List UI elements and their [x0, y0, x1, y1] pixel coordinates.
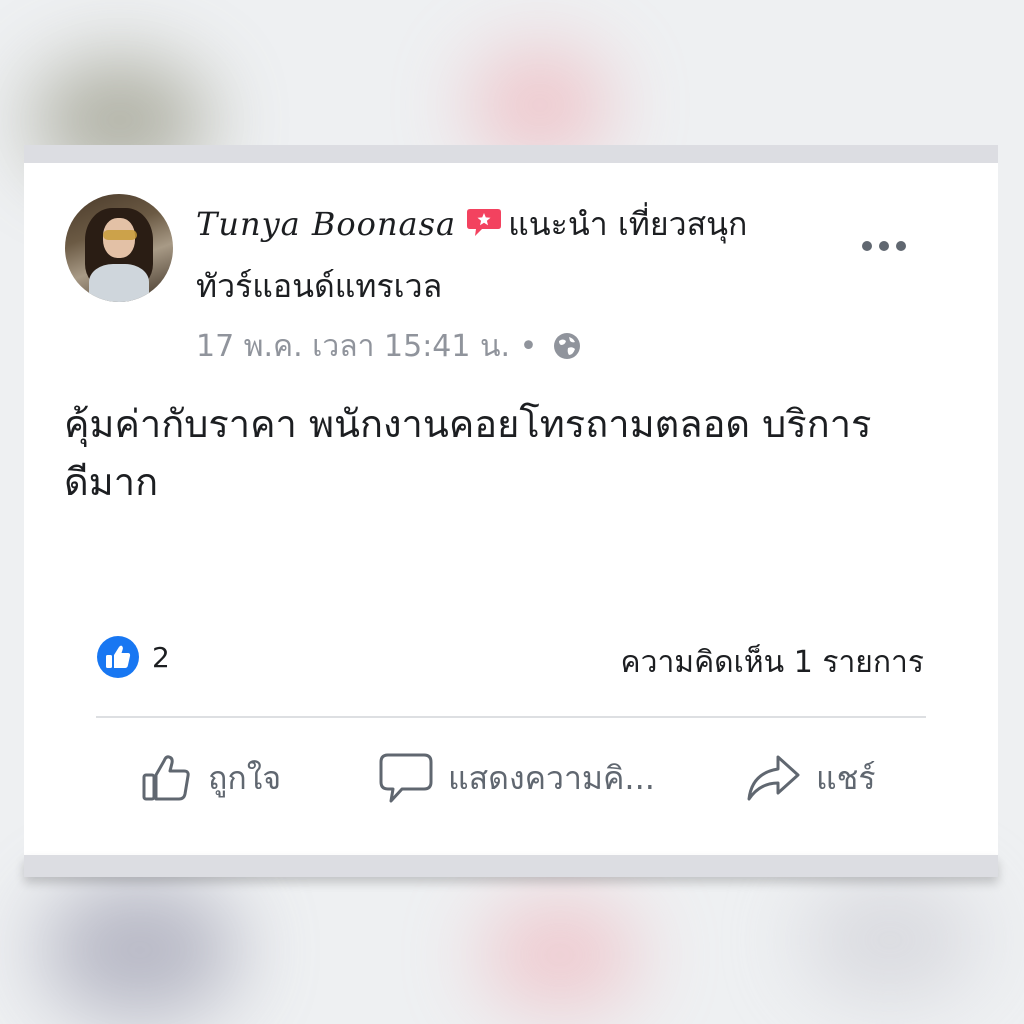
- author-name[interactable]: Tunya Boonasa: [196, 205, 456, 243]
- frame-top-bar: [24, 145, 998, 163]
- reaction-summary[interactable]: 2: [96, 635, 170, 679]
- share-label: แชร์: [816, 758, 876, 797]
- comment-bubble-icon: [379, 753, 433, 803]
- like-button[interactable]: ถูกใจ: [140, 751, 281, 805]
- globe-icon: [553, 332, 581, 360]
- post-card: Tunya Boonasa แนะนำ เที่ยวสนุก ทัวร์แอนด์…: [24, 163, 998, 855]
- comment-count[interactable]: ความคิดเห็น 1 รายการ: [621, 639, 924, 686]
- post-body: คุ้มค่ากับราคา พนักงานคอยโทรถามตลอด บริก…: [64, 395, 944, 511]
- like-count: 2: [152, 640, 170, 674]
- page-name[interactable]: ทัวร์แอนด์แทรเวล: [196, 261, 442, 312]
- divider: [96, 716, 926, 718]
- recommend-text: แนะนำ เที่ยวสนุก: [508, 205, 748, 243]
- post-header: Tunya Boonasa แนะนำ เที่ยวสนุก: [196, 203, 876, 246]
- action-bar: ถูกใจ แสดงความคิ... แชร์: [96, 751, 926, 811]
- share-button[interactable]: แชร์: [744, 751, 876, 805]
- more-horizontal-icon[interactable]: [859, 233, 909, 263]
- background-blur: [470, 50, 610, 160]
- like-badge-icon: [97, 636, 139, 678]
- frame-bottom-bar: [24, 855, 998, 877]
- timestamp-text[interactable]: 17 พ.ค. เวลา 15:41 น. •: [196, 329, 537, 364]
- avatar[interactable]: [65, 194, 173, 302]
- post-timestamp: 17 พ.ค. เวลา 15:41 น. •: [196, 323, 581, 370]
- post-body-line: คุ้มค่ากับราคา พนักงานคอยโทรถามตลอด บริก…: [64, 402, 872, 446]
- background-blur: [800, 880, 980, 1000]
- comment-button[interactable]: แสดงความคิ...: [378, 751, 655, 805]
- like-label: ถูกใจ: [208, 758, 282, 797]
- thumbs-up-icon: [142, 755, 190, 801]
- background-blur: [480, 900, 640, 1010]
- comment-label: แสดงความคิ...: [448, 758, 655, 797]
- recommend-icon: [466, 205, 502, 236]
- background-blur: [40, 880, 240, 1020]
- post-body-line: ดีมาก: [64, 460, 159, 504]
- share-arrow-icon: [747, 755, 800, 801]
